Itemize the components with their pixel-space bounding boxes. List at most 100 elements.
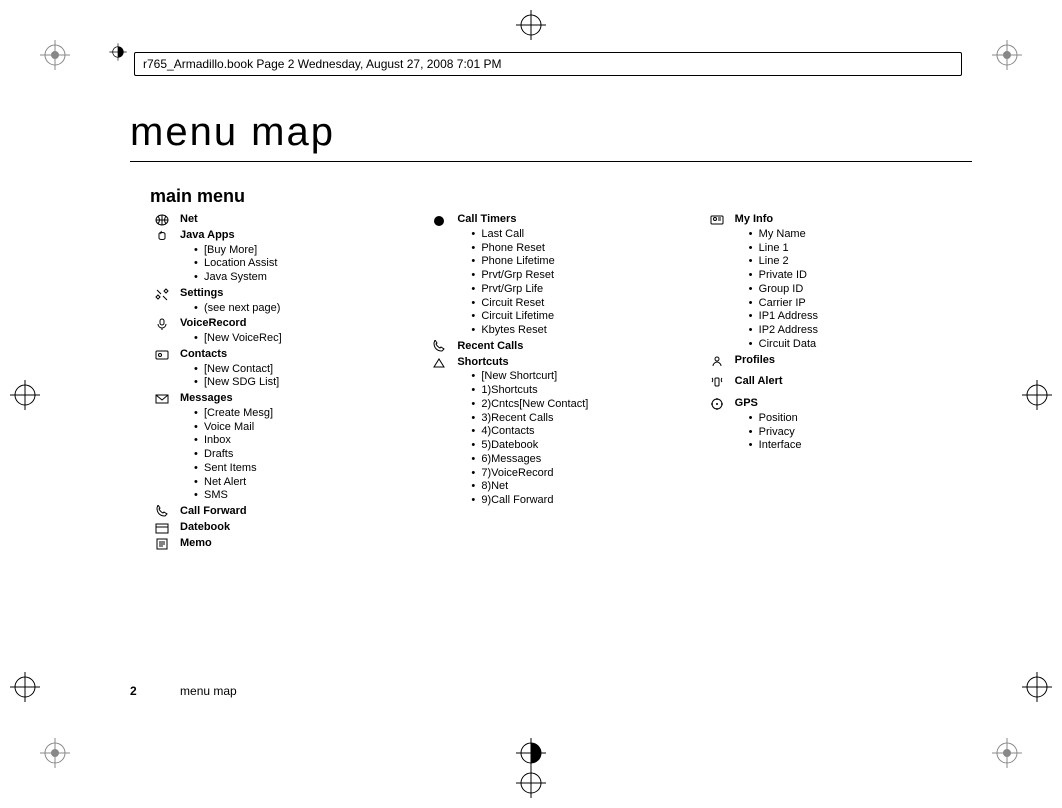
- list-item: Phone Reset: [471, 242, 694, 256]
- section-list: [Buy More] Location Assist Java System: [180, 244, 417, 285]
- section-list: (see next page): [180, 302, 417, 316]
- list-item: 2)Cntcs[New Contact]: [471, 398, 694, 412]
- phone-list-icon: [429, 340, 449, 354]
- section-list: [New Shortcurt] 1)Shortcuts 2)Cntcs[New …: [457, 370, 694, 508]
- menu-columns: Net Java Apps [Buy More] Location Assist…: [150, 213, 972, 552]
- crop-mark-icon: [992, 738, 1022, 768]
- section-title: Memo: [180, 537, 212, 549]
- crop-mark-icon: [1022, 380, 1052, 410]
- page-footer: 2 menu map: [130, 684, 237, 698]
- list-item: Prvt/Grp Reset: [471, 269, 694, 283]
- list-item: 6)Messages: [471, 453, 694, 467]
- list-item: Voice Mail: [194, 421, 417, 435]
- section-title: Recent Calls: [457, 340, 523, 352]
- list-item: [New VoiceRec]: [194, 332, 417, 346]
- section-voicerecord: VoiceRecord [New VoiceRec]: [150, 317, 417, 346]
- section-title: Messages: [180, 392, 233, 404]
- list-item: [New Contact]: [194, 363, 417, 377]
- crop-mark-icon: [40, 40, 70, 70]
- java-icon: [152, 229, 172, 243]
- section-title: VoiceRecord: [180, 317, 246, 329]
- list-item: Circuit Data: [749, 338, 972, 352]
- section-contacts: Contacts [New Contact] [New SDG List]: [150, 348, 417, 390]
- id-card-icon: [707, 213, 727, 227]
- phone-forward-icon: [152, 505, 172, 519]
- section-list: [Create Mesg] Voice Mail Inbox Drafts Se…: [180, 407, 417, 503]
- section-my-info: My Info My Name Line 1 Line 2 Private ID…: [705, 213, 972, 352]
- page-title: menu map: [130, 110, 972, 155]
- list-item: Location Assist: [194, 257, 417, 271]
- list-item: SMS: [194, 489, 417, 503]
- list-item: Circuit Lifetime: [471, 310, 694, 324]
- section-call-forward: Call Forward: [150, 505, 417, 519]
- page-number: 2: [130, 684, 137, 698]
- crop-mark-icon: [516, 10, 546, 40]
- list-item: Java System: [194, 271, 417, 285]
- list-item: (see next page): [194, 302, 417, 316]
- list-item: [Buy More]: [194, 244, 417, 258]
- column-1: Net Java Apps [Buy More] Location Assist…: [150, 213, 417, 552]
- page-content: menu map main menu Net Java Apps [Buy Mo…: [130, 110, 972, 698]
- section-title: My Info: [735, 213, 774, 225]
- list-item: 3)Recent Calls: [471, 412, 694, 426]
- section-messages: Messages [Create Mesg] Voice Mail Inbox …: [150, 392, 417, 503]
- title-rule: [130, 161, 972, 162]
- shortcut-icon: [429, 356, 449, 370]
- section-title: Call Timers: [457, 213, 516, 225]
- list-item: Prvt/Grp Life: [471, 283, 694, 297]
- crop-mark-icon: [1022, 672, 1052, 702]
- section-title: Settings: [180, 287, 223, 299]
- crop-mark-icon: [10, 380, 40, 410]
- section-shortcuts: Shortcuts [New Shortcurt] 1)Shortcuts 2)…: [427, 356, 694, 508]
- list-item: Inbox: [194, 434, 417, 448]
- list-item: [New SDG List]: [194, 376, 417, 390]
- alert-icon: [707, 375, 727, 389]
- list-item: 5)Datebook: [471, 439, 694, 453]
- section-title: Net: [180, 213, 198, 225]
- crop-mark-icon: [108, 42, 128, 67]
- section-profiles: Profiles: [705, 354, 972, 368]
- list-item: Kbytes Reset: [471, 324, 694, 338]
- list-item: IP1 Address: [749, 310, 972, 324]
- section-net: Net: [150, 213, 417, 227]
- list-item: [Create Mesg]: [194, 407, 417, 421]
- list-item: My Name: [749, 228, 972, 242]
- list-item: 8)Net: [471, 480, 694, 494]
- list-item: 7)VoiceRecord: [471, 467, 694, 481]
- list-item: 4)Contacts: [471, 425, 694, 439]
- section-list: [New Contact] [New SDG List]: [180, 363, 417, 391]
- document-header-text: r765_Armadillo.book Page 2 Wednesday, Au…: [143, 57, 501, 71]
- list-item: [New Shortcurt]: [471, 370, 694, 384]
- section-datebook: Datebook: [150, 521, 417, 535]
- section-title: Profiles: [735, 354, 775, 366]
- document-header: r765_Armadillo.book Page 2 Wednesday, Au…: [134, 52, 962, 76]
- crop-mark-icon: [40, 738, 70, 768]
- list-item: IP2 Address: [749, 324, 972, 338]
- section-title: Datebook: [180, 521, 230, 533]
- list-item: Net Alert: [194, 476, 417, 490]
- crop-mark-icon: [516, 738, 546, 768]
- globe-icon: [152, 213, 172, 227]
- section-title: Java Apps: [180, 229, 235, 241]
- crop-mark-icon: [10, 672, 40, 702]
- list-item: Private ID: [749, 269, 972, 283]
- list-item: 1)Shortcuts: [471, 384, 694, 398]
- section-title: Shortcuts: [457, 356, 508, 368]
- section-list: [New VoiceRec]: [180, 332, 417, 346]
- crop-mark-icon: [516, 768, 546, 798]
- list-item: Last Call: [471, 228, 694, 242]
- section-title: Call Forward: [180, 505, 247, 517]
- list-item: Privacy: [749, 426, 972, 440]
- list-item: Line 2: [749, 255, 972, 269]
- tools-icon: [152, 287, 172, 301]
- list-item: Line 1: [749, 242, 972, 256]
- column-2: Call Timers Last Call Phone Reset Phone …: [427, 213, 694, 552]
- footer-label: menu map: [180, 684, 237, 698]
- section-title: GPS: [735, 397, 758, 409]
- envelope-icon: [152, 392, 172, 406]
- crop-mark-icon: [992, 40, 1022, 70]
- list-item: Sent Items: [194, 462, 417, 476]
- section-list: My Name Line 1 Line 2 Private ID Group I…: [735, 228, 972, 352]
- list-item: Drafts: [194, 448, 417, 462]
- column-3: My Info My Name Line 1 Line 2 Private ID…: [705, 213, 972, 552]
